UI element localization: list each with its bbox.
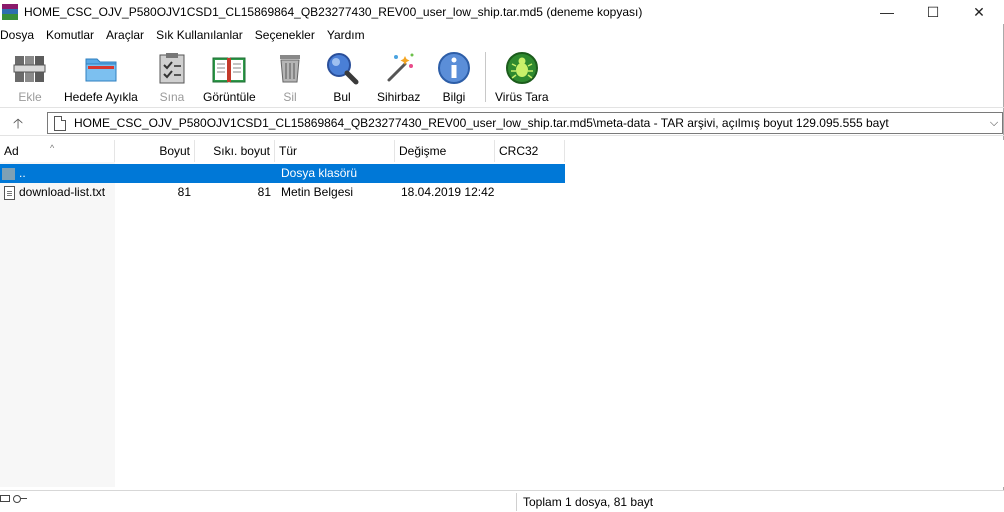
test-label: Sına xyxy=(159,90,185,104)
menu-yardim[interactable]: Yardım xyxy=(327,28,371,42)
view-button[interactable]: Görüntüle xyxy=(203,50,256,106)
table-row-file[interactable]: download-list.txt 81 81 Metin Belgesi 18… xyxy=(0,183,565,202)
info-label: Bilgi xyxy=(442,90,466,104)
key-icon[interactable] xyxy=(13,495,27,503)
maximize-button[interactable]: ☐ xyxy=(910,0,956,24)
menu-secenekler[interactable]: Seçenekler xyxy=(255,28,321,42)
up-arrow-icon: 🡡 xyxy=(12,115,24,131)
row-packed-size xyxy=(195,164,275,183)
row-name: download-list.txt xyxy=(19,185,106,199)
archive-document-icon xyxy=(54,115,66,131)
trash-icon xyxy=(280,55,300,83)
virus-scan-label: Virüs Tara xyxy=(495,90,549,104)
menu-komutlar[interactable]: Komutlar xyxy=(46,28,100,42)
parent-folder-icon xyxy=(2,167,15,180)
clipboard-check-icon xyxy=(159,53,185,84)
name-column-shade xyxy=(0,162,115,487)
column-header-name[interactable]: Ad ^ xyxy=(0,140,115,162)
drive-icon[interactable] xyxy=(0,495,10,502)
table-row-parent-folder[interactable]: .. Dosya klasörü xyxy=(0,164,565,183)
magic-wand-icon xyxy=(387,53,414,82)
minimize-button[interactable]: — xyxy=(864,0,910,24)
column-header-type[interactable]: Tür xyxy=(275,140,395,162)
column-header-packed-size[interactable]: Sıkı. boyut xyxy=(195,140,275,162)
info-icon xyxy=(438,52,470,84)
row-size: 81 xyxy=(177,185,191,199)
title-bar: HOME_CSC_OJV_P580OJV1CSD1_CL15869864_QB2… xyxy=(0,0,1004,24)
wizard-button[interactable]: Sihirbaz xyxy=(377,50,420,106)
row-name: .. xyxy=(19,166,26,180)
add-label: Ekle xyxy=(18,90,42,104)
menu-sik-kullanilanlar[interactable]: Sık Kullanılanlar xyxy=(156,28,249,42)
extract-to-button[interactable]: Hedefe Ayıkla xyxy=(64,50,138,106)
find-label: Bul xyxy=(333,90,351,104)
close-button[interactable]: ✕ xyxy=(956,0,1002,24)
virus-bug-icon xyxy=(505,52,538,84)
toolbar-separator xyxy=(485,52,486,102)
file-list: Ad ^ Boyut Sıkı. boyut Tür Değişme CRC32… xyxy=(0,140,1004,487)
address-path: HOME_CSC_OJV_P580OJV1CSD1_CL15869864_QB2… xyxy=(74,116,889,130)
column-header-size[interactable]: Boyut xyxy=(115,140,195,162)
up-folder-button[interactable]: 🡡 xyxy=(8,113,28,133)
extract-to-label: Hedefe Ayıkla xyxy=(64,90,138,104)
address-dropdown-icon[interactable]: ⌵ xyxy=(986,117,1002,130)
row-modified: 18.04.2019 12:42 xyxy=(401,185,495,199)
delete-button[interactable]: Sil xyxy=(272,50,308,106)
virus-scan-button[interactable]: Virüs Tara xyxy=(495,50,549,106)
text-file-icon xyxy=(4,185,15,200)
info-button[interactable]: Bilgi xyxy=(436,50,472,106)
column-header-crc32[interactable]: CRC32 xyxy=(495,140,565,162)
address-row: 🡡 HOME_CSC_OJV_P580OJV1CSD1_CL15869864_Q… xyxy=(0,110,1004,136)
menu-bar: Dosya Komutlar Araçlar Sık Kullanılanlar… xyxy=(0,25,377,45)
toolbar: Ekle Hedefe Ayıkla Sına Görüntüle Sil Bu… xyxy=(0,46,1004,108)
maximize-icon: ☐ xyxy=(926,3,940,20)
winrar-app-icon[interactable] xyxy=(2,4,18,20)
column-header-modified[interactable]: Değişme xyxy=(395,140,495,162)
minimize-icon: — xyxy=(880,4,894,20)
test-button[interactable]: Sına xyxy=(154,50,190,106)
view-label: Görüntüle xyxy=(203,90,256,104)
delete-label: Sil xyxy=(283,90,297,104)
status-summary: Toplam 1 dosya, 81 bayt xyxy=(523,495,654,509)
row-type: Metin Belgesi xyxy=(281,185,354,199)
menu-araclar[interactable]: Araçlar xyxy=(106,28,150,42)
close-icon: ✕ xyxy=(973,3,985,20)
open-book-icon xyxy=(212,57,246,83)
magnifier-icon xyxy=(327,53,359,85)
archive-books-icon xyxy=(13,56,46,82)
winrar-window: HOME_CSC_OJV_P580OJV1CSD1_CL15869864_QB2… xyxy=(0,0,1004,512)
sort-ascending-icon: ^ xyxy=(50,143,55,153)
row-packed-size: 81 xyxy=(257,185,271,199)
status-separator xyxy=(516,493,517,511)
find-button[interactable]: Bul xyxy=(324,50,360,106)
address-bar[interactable]: HOME_CSC_OJV_P580OJV1CSD1_CL15869864_QB2… xyxy=(47,112,1003,134)
status-bar: Toplam 1 dosya, 81 bayt xyxy=(0,490,1004,512)
window-title: HOME_CSC_OJV_P580OJV1CSD1_CL15869864_QB2… xyxy=(24,5,643,19)
row-type: Dosya klasörü xyxy=(281,166,358,180)
row-modified xyxy=(395,164,495,183)
row-size xyxy=(115,164,195,183)
add-button[interactable]: Ekle xyxy=(12,50,48,106)
menu-dosya[interactable]: Dosya xyxy=(0,28,40,42)
status-icons xyxy=(0,495,27,503)
wizard-label: Sihirbaz xyxy=(377,90,421,104)
folder-icon xyxy=(85,58,117,82)
